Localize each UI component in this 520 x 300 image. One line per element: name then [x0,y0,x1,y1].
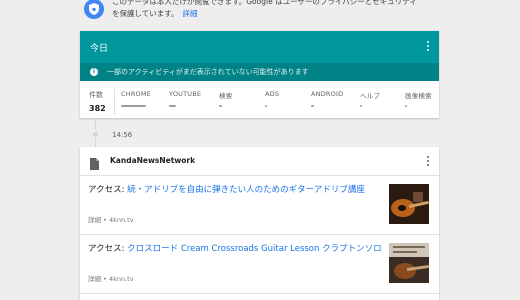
news-item-meta[interactable]: 詳細 • 4knn.tv [88,214,134,224]
category-label: 検索 [219,92,233,100]
timeline-dot [91,130,100,139]
category-bar [405,105,407,107]
today-title: 今日 [90,44,109,54]
category-ads[interactable]: ADS [265,90,280,107]
category-label: ANDROID [311,90,344,98]
category-image-search[interactable]: 画像検索 [405,90,432,107]
privacy-notice: このデータは本人だけが閲覧できます。Google はユーザーのプライバシーとセキ… [80,0,440,22]
info-icon: i [90,68,98,76]
timeline-time: 14:56 [112,131,133,139]
today-summary-card: 今日 i 一部のアクティビティがまだ表示されていない可能性があります 件数 38… [80,31,439,118]
news-activity-card: KandaNewsNetwork アクセス: 続・アドリブを自由に弾きたい人のた… [80,147,439,300]
news-item-prefix: アクセス: [88,185,128,195]
more-vert-icon[interactable] [426,156,430,168]
privacy-notice-line2: を保護しています。 [112,9,179,18]
incomplete-activity-text: 一部のアクティビティがまだ表示されていない可能性があります [107,68,309,76]
activity-count: 件数 382 [89,90,106,113]
news-item-link[interactable]: 続・アドリブを自由に弾きたい人のためのギターアドリブ講座 [127,185,365,195]
category-label: YOUTUBE [169,90,202,98]
news-item-link[interactable]: クロスロード Cream Crossroads Guitar Lesson クラ… [127,244,381,254]
category-bar [219,105,222,107]
category-android[interactable]: ANDROID [311,90,344,107]
shield-lock-icon [84,0,104,19]
news-source-title: KandaNewsNetwork [110,156,196,165]
news-item-prefix: アクセス: [88,244,128,254]
activity-count-value: 382 [89,104,106,113]
category-label: ADS [265,90,280,98]
category-label: ヘルプ [360,92,381,100]
privacy-notice-text: このデータは本人だけが閲覧できます。Google はユーザーのプライバシーとセキ… [112,0,417,20]
category-search[interactable]: 検索 [219,90,233,107]
video-thumbnail[interactable] [389,243,429,283]
news-item-meta[interactable]: 詳細 • 4knn.tv [88,273,134,283]
category-youtube[interactable]: YOUTUBE [169,90,202,107]
incomplete-activity-banner: i 一部のアクティビティがまだ表示されていない可能性があります [80,63,439,81]
news-item[interactable]: アクセス: クロスロード Cream Crossroads Guitar Les… [80,235,439,293]
category-bar [121,105,146,107]
stats-divider [114,89,115,115]
divider [80,293,439,294]
today-card-header: 今日 [80,31,439,63]
document-icon [90,155,99,170]
activity-count-label: 件数 [89,91,103,99]
video-thumbnail[interactable] [389,184,429,224]
privacy-details-link[interactable]: 詳細 [183,9,198,18]
activity-stats: 件数 382 CHROME YOUTUBE 検索 ADS ANDROID ヘルプ [80,87,439,118]
category-help[interactable]: ヘルプ [360,90,381,107]
more-vert-icon[interactable] [426,41,430,53]
news-item-title: アクセス: 続・アドリブを自由に弾きたい人のためのギターアドリブ講座 [88,184,384,196]
category-bar [360,105,362,107]
category-bar [311,105,314,107]
category-chrome[interactable]: CHROME [121,90,151,107]
category-label: CHROME [121,90,151,98]
category-bar [265,105,267,107]
news-item[interactable]: アクセス: 続・アドリブを自由に弾きたい人のためのギターアドリブ講座 詳細 • … [80,176,439,234]
category-bar [169,105,176,107]
category-label: 画像検索 [405,92,432,100]
privacy-notice-line1: このデータは本人だけが閲覧できます。Google はユーザーのプライバシーとセキ… [112,0,417,6]
news-item-title: アクセス: クロスロード Cream Crossroads Guitar Les… [88,243,384,255]
